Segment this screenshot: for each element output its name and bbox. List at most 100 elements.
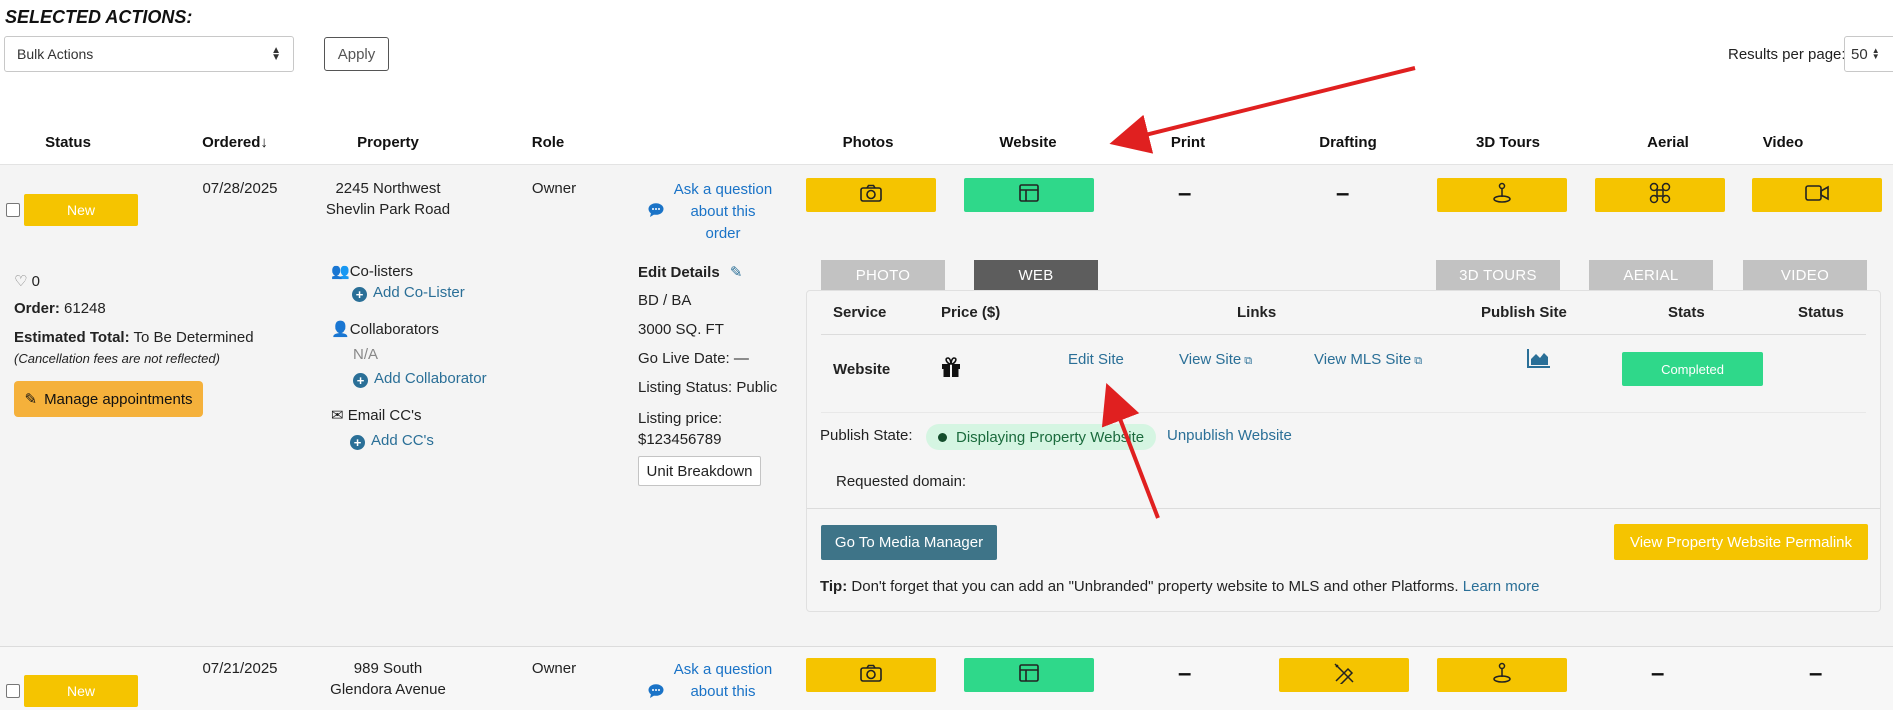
photos-service-button[interactable] <box>806 178 936 212</box>
column-ordered[interactable]: Ordered↓ <box>190 134 280 151</box>
tab-video[interactable]: VIDEO <box>1743 260 1867 290</box>
3d-tours-service-button[interactable] <box>1437 178 1567 212</box>
column-status: Status <box>45 134 91 151</box>
video-empty-dash: – <box>1809 660 1823 687</box>
photos-service-button[interactable] <box>806 658 936 692</box>
add-collaborator-label: Add Collaborator <box>374 370 487 387</box>
drafting-service-button[interactable] <box>1279 658 1409 692</box>
status-dot-icon <box>938 432 947 442</box>
edit-details-link[interactable]: Edit Details ✎ <box>638 263 742 281</box>
add-co-lister-link[interactable]: + Add Co-Lister <box>352 284 465 302</box>
area-chart-icon[interactable] <box>1527 348 1551 372</box>
estimated-total-value: To Be Determined <box>133 329 254 346</box>
publish-state-pill: Displaying Property Website <box>926 424 1157 450</box>
select-arrows-icon: ▲ ▼ <box>1871 46 1880 61</box>
ask-question-link[interactable]: Ask a question about this order <box>664 179 782 245</box>
column-3d-tours: 3D Tours <box>1476 134 1540 151</box>
cancellation-note: (Cancellation fees are not reflected) <box>14 351 220 366</box>
requested-domain-label: Requested domain: <box>836 473 967 490</box>
status-badge: New <box>24 675 138 707</box>
edit-site-link[interactable]: Edit Site <box>1068 351 1124 368</box>
360-person-icon <box>1491 182 1513 208</box>
header-service: Service <box>833 304 887 321</box>
role-value: Owner <box>531 180 577 197</box>
view-mls-site-link[interactable]: View MLS Site ⧉ <box>1314 351 1422 368</box>
sort-arrow-down-icon: ↓ <box>260 134 268 151</box>
order-number-value: 61248 <box>64 300 106 317</box>
publish-state-value: Displaying Property Website <box>956 428 1145 446</box>
status-completed-badge: Completed <box>1622 352 1763 386</box>
select-arrows-icon: ▲ ▼ <box>271 45 281 63</box>
order-number: Order: 61248 <box>14 300 106 317</box>
selected-actions-title: SELECTED ACTIONS: <box>5 7 193 27</box>
unit-breakdown-button[interactable]: Unit Breakdown <box>638 456 761 486</box>
ask-question-line: order <box>705 225 741 242</box>
add-cc-label: Add CC's <box>371 432 434 449</box>
bulk-actions-value: Bulk Actions <box>17 46 94 62</box>
red-arrow-to-website-column <box>1109 66 1416 154</box>
column-property: Property <box>357 134 419 151</box>
bulk-actions-select[interactable]: Bulk Actions ▲ ▼ <box>4 36 294 72</box>
tab-photo[interactable]: PHOTO <box>821 260 945 290</box>
address-line-1: 2245 Northwest <box>335 180 441 197</box>
camera-icon <box>860 664 882 686</box>
column-print: Print <box>1170 134 1206 151</box>
tab-aerial[interactable]: AERIAL <box>1589 260 1713 290</box>
chat-bubble-icon <box>648 203 664 221</box>
website-service-button[interactable] <box>964 178 1094 212</box>
role-value: Owner <box>531 660 577 677</box>
learn-more-link[interactable]: Learn more <box>1463 578 1540 595</box>
row-select-checkbox[interactable] <box>6 203 20 217</box>
tab-web[interactable]: WEB <box>974 260 1098 290</box>
listing-price-label: Listing price: <box>638 410 723 427</box>
ask-question-line: Ask a question <box>673 181 773 198</box>
website-layout-icon <box>1019 184 1039 206</box>
header-price: Price ($) <box>941 304 1001 321</box>
website-layout-icon <box>1019 664 1039 686</box>
manage-appointments-button[interactable]: ✎ Manage appointments <box>14 381 203 417</box>
video-service-button[interactable] <box>1752 178 1882 212</box>
header-publish-site: Publish Site <box>1481 304 1567 321</box>
email-cc-section: ✉ Email CC's <box>331 406 421 424</box>
property-address: 2245 Northwest Shevlin Park Road <box>318 178 458 220</box>
likes-value: 0 <box>31 273 40 290</box>
pencil-icon: ✎ <box>729 264 743 281</box>
apply-button[interactable]: Apply <box>324 37 389 71</box>
ask-question-line: about this <box>690 683 756 700</box>
view-site-link[interactable]: View Site ⧉ <box>1179 351 1252 368</box>
unpublish-website-link[interactable]: Unpublish Website <box>1167 427 1292 444</box>
results-per-page-select[interactable]: 50 ▲ ▼ <box>1844 36 1893 72</box>
aerial-service-button[interactable] <box>1595 178 1725 212</box>
header-links: Links <box>1237 304 1277 321</box>
ask-question-link[interactable]: Ask a question about this <box>664 659 782 703</box>
view-site-label: View Site <box>1179 351 1242 368</box>
add-cc-link[interactable]: + Add CC's <box>350 432 434 450</box>
order-date: 07/28/2025 <box>202 180 278 197</box>
3d-tours-service-button[interactable] <box>1437 658 1567 692</box>
collaborators-value: N/A <box>353 346 379 363</box>
website-service-button[interactable] <box>964 658 1094 692</box>
aerial-empty-dash: – <box>1651 660 1665 687</box>
status-badge: New <box>24 194 138 226</box>
listing-price: Listing price: $123456789 <box>638 408 722 450</box>
tip-body: Don't forget that you can add an "Unbran… <box>851 578 1459 595</box>
panel-divider <box>807 508 1880 509</box>
plus-circle-icon: + <box>350 435 365 450</box>
row-select-checkbox[interactable] <box>6 684 20 698</box>
bd-ba: BD / BA <box>638 292 692 309</box>
order-label: Order: <box>14 300 60 317</box>
edit-details-label: Edit Details <box>638 264 720 281</box>
go-to-media-manager-button[interactable]: Go To Media Manager <box>821 525 997 560</box>
plus-circle-icon: + <box>353 373 368 388</box>
header-status: Status <box>1798 304 1844 321</box>
column-role: Role <box>531 134 565 151</box>
360-person-icon <box>1491 662 1513 688</box>
add-collaborator-link[interactable]: + Add Collaborator <box>353 370 487 388</box>
tab-3d-tours[interactable]: 3D TOURS <box>1436 260 1560 290</box>
users-icon: 👥 <box>331 263 350 280</box>
listing-price-value: $123456789 <box>638 431 722 448</box>
print-empty-dash: – <box>1178 180 1192 207</box>
results-per-page-value: 50 <box>1851 45 1868 63</box>
heart-icon[interactable]: ♡ <box>14 273 27 290</box>
view-permalink-button[interactable]: View Property Website Permalink <box>1614 524 1868 560</box>
